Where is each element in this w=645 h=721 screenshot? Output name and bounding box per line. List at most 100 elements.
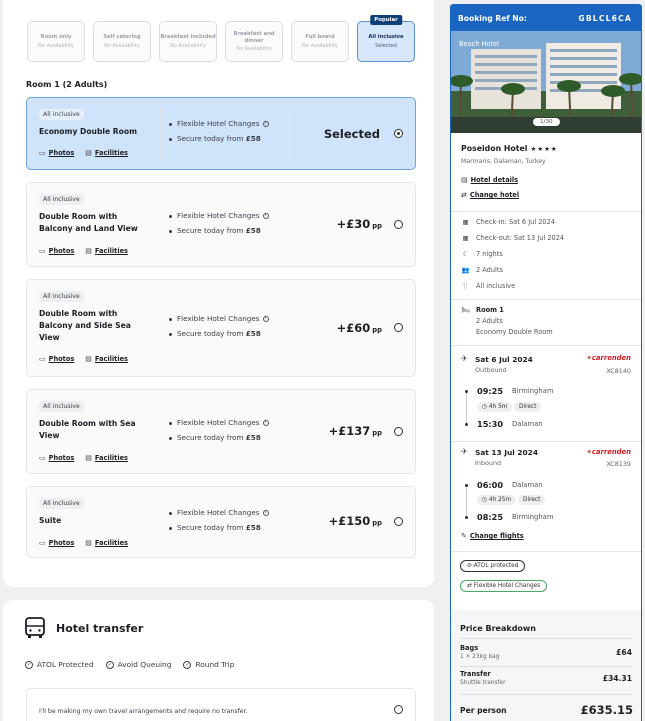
divider <box>451 211 641 212</box>
hotel-image[interactable]: Beach Hotel 1/30 <box>451 31 641 133</box>
room-card[interactable]: All inclusive Economy Double Room ▭ Photo… <box>26 97 416 170</box>
board-option-half-board[interactable]: Breakfast and dinner No Availability <box>225 21 283 62</box>
room-radio[interactable] <box>394 220 403 229</box>
info-icon[interactable]: i <box>262 121 269 127</box>
info-icon[interactable]: i <box>262 420 269 426</box>
board-availability: Selected <box>375 42 397 49</box>
flight-number: XC8139 <box>606 460 631 468</box>
clock-icon: ◷ <box>482 404 489 410</box>
document-icon: ▤ <box>85 247 92 255</box>
facilities-link[interactable]: ▤ Facilities <box>85 355 128 363</box>
room-radio[interactable] <box>394 517 403 526</box>
check-icon: ✓ <box>25 661 33 669</box>
calendar-icon: ▦ <box>462 218 469 226</box>
room-selection-panel: Room only No Availability Self catering … <box>3 0 434 587</box>
bus-icon <box>25 617 45 638</box>
departure-dot <box>465 484 468 487</box>
room-card[interactable]: All inclusive Suite ▭ Photos ▤ Facilities … <box>26 486 416 558</box>
room-price: Selected <box>323 127 380 141</box>
check-out-row: ▦ Check-out: Sat 13 Jul 2024 <box>462 234 565 242</box>
check-icon: ✓ <box>183 661 192 669</box>
arrival-airport: Birmingham <box>512 513 554 521</box>
arrival-dot <box>465 516 468 519</box>
room-board-tag: All inclusive <box>39 109 84 120</box>
divider <box>160 108 161 160</box>
transfer-features: ✓ ATOL Protected ✓ Avoid Queuing ✓ Round Tr… <box>25 660 234 669</box>
room-card[interactable]: All inclusive Double Room with Balcony a… <box>26 182 416 267</box>
plane-icon: ✈ <box>461 447 468 456</box>
hotel-name: Poseidon Hotel ★★★★ <box>461 144 558 153</box>
room-card[interactable]: All inclusive Double Room with Sea View … <box>26 389 416 474</box>
no-transfer-radio[interactable] <box>394 705 403 714</box>
bed-icon: 🛏 <box>461 306 470 314</box>
photos-link[interactable]: ▭ Photos <box>39 247 74 255</box>
transfer-feature: ✓ Round Trip <box>183 660 235 669</box>
info-icon[interactable]: i <box>262 213 269 219</box>
board-option-all-inclusive[interactable]: Popular All inclusive Selected <box>357 15 415 62</box>
transfer-feature: ✓ Avoid Queuing <box>105 660 172 669</box>
photos-link[interactable]: ▭ Photos <box>39 355 74 363</box>
divider <box>451 441 641 442</box>
pencil-icon: ✎ <box>461 532 467 540</box>
photos-link[interactable]: ▭ Photos <box>39 149 74 157</box>
divider <box>451 345 641 346</box>
board-availability: No Availability <box>236 46 272 52</box>
hotel-location: Marmaris, Dalaman, Turkey <box>461 158 546 165</box>
board-name: Full board <box>305 34 335 41</box>
board-option-room-only[interactable]: Room only No Availability <box>27 21 85 62</box>
room-features: Flexible Hotel Changes i Secure today fro… <box>169 415 269 445</box>
facilities-link[interactable]: ▤ Facilities <box>85 539 128 547</box>
photos-link[interactable]: ▭ Photos <box>39 454 74 462</box>
divider <box>460 694 632 695</box>
board-option-breakfast[interactable]: Breakfast included No Availability <box>159 21 217 62</box>
photos-link[interactable]: ▭ Photos <box>39 539 74 547</box>
no-transfer-option[interactable]: I'll be making my own travel arrangement… <box>26 688 416 721</box>
room-radio[interactable] <box>394 323 403 332</box>
flight-number: XC8140 <box>606 367 631 375</box>
info-icon[interactable]: i <box>262 316 269 322</box>
popular-badge: Popular <box>370 15 402 25</box>
room-radio[interactable] <box>394 427 403 436</box>
segment-line <box>466 486 467 518</box>
arrival-time: 15:30 <box>477 419 504 429</box>
hotel-details-link[interactable]: ▤ Hotel details <box>461 176 518 184</box>
booking-ref-header: Booking Ref No: GBLCL6CA <box>451 5 641 31</box>
facilities-link[interactable]: ▤ Facilities <box>85 247 128 255</box>
total-label: Per person <box>460 706 507 715</box>
room-name: Double Room with Balcony and Land View <box>39 212 138 233</box>
change-hotel-link[interactable]: ⇄ Change hotel <box>461 191 519 199</box>
departure-airport: Dalaman <box>512 481 543 489</box>
room-radio[interactable] <box>394 129 403 138</box>
facilities-link[interactable]: ▤ Facilities <box>85 149 128 157</box>
clock-icon: ◷ <box>482 497 489 503</box>
room-card[interactable]: All inclusive Double Room with Balcony a… <box>26 279 416 377</box>
room-name: Economy Double Room <box>39 127 137 136</box>
departure-time: 09:25 <box>477 386 504 396</box>
room-board-tag: All inclusive <box>39 194 84 205</box>
room-board-tag: All inclusive <box>39 401 84 412</box>
swap-icon: ⇄ <box>467 583 474 589</box>
divider <box>451 299 641 300</box>
board-option-full-board[interactable]: Full board No Availability <box>291 21 349 62</box>
board-name: All inclusive <box>368 34 404 41</box>
info-icon[interactable]: i <box>262 510 269 516</box>
inbound-label: Inbound <box>475 459 502 467</box>
booking-ref: GBLCL6CA <box>578 13 632 23</box>
people-icon: 👥 <box>461 266 470 274</box>
room-label: Room 1 <box>476 306 504 314</box>
change-flights-link[interactable]: ✎ Change flights <box>461 532 524 540</box>
board-name: Breakfast included <box>160 34 216 41</box>
facilities-link[interactable]: ▤ Facilities <box>85 454 128 462</box>
no-transfer-label: I'll be making my own travel arrangement… <box>39 708 248 715</box>
departure-airport: Birmingham <box>512 387 554 395</box>
flexible-badge: ⇄ Flexible Hotel Changes <box>460 580 548 592</box>
image-icon: ▭ <box>39 149 46 157</box>
nights-row: ☾ 7 nights <box>462 250 503 258</box>
room-price: +£137 pp <box>328 424 382 438</box>
room-summary: 🛏 Room 1 2 Adults Economy Double Room <box>461 306 552 336</box>
room-board-tag: All inclusive <box>39 498 84 509</box>
document-icon: ▤ <box>461 176 468 184</box>
hotel-transfer-panel: Hotel transfer ✓ ATOL Protected ✓ Avoid Qu… <box>3 600 434 721</box>
board-option-self-catering[interactable]: Self catering No Availability <box>93 21 151 62</box>
arrival-dot <box>465 423 468 426</box>
